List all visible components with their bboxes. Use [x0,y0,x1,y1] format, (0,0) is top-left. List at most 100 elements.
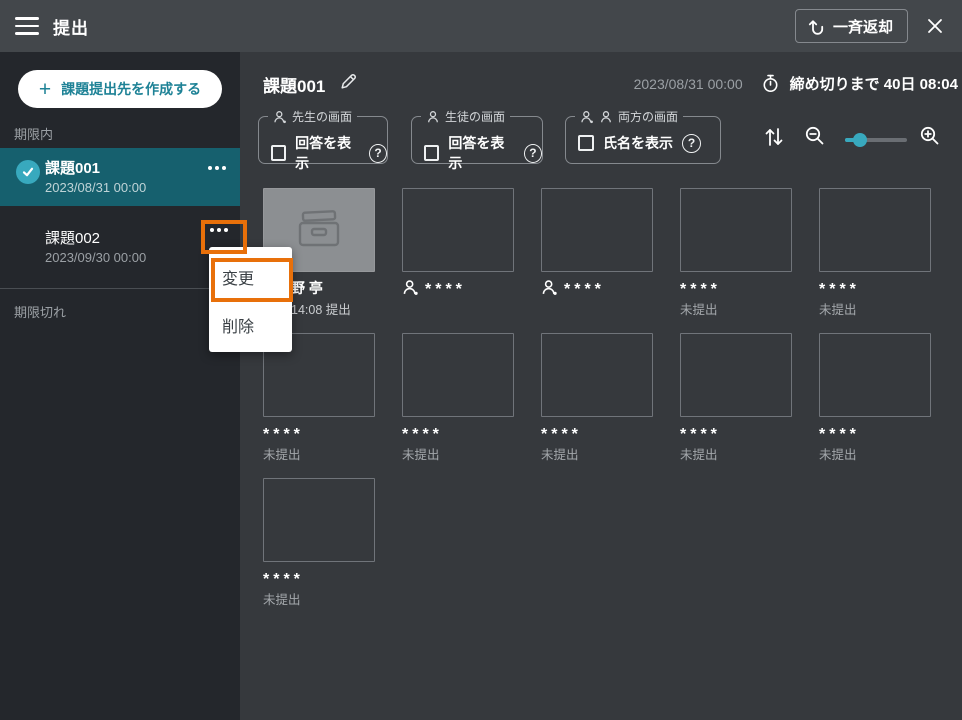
group-legend-label: 生徒の画面 [445,108,505,125]
student-name: **** [819,424,931,441]
sidebar-item-assignment-001[interactable]: 課題001 2023/08/31 00:00 [0,148,240,206]
assignment-title: 課題002 [45,227,100,248]
submission-cell: **** 未提出 [263,478,375,608]
person-icon [541,279,558,296]
archive-box-icon [293,208,345,252]
group-legend: 先生の画面 [268,108,357,125]
submission-thumbnail[interactable] [263,478,375,562]
undo-icon [806,16,826,36]
submission-thumbnail[interactable] [402,188,514,272]
student-name: **** [402,279,514,296]
submissions-grid: 野 亭 14:08 提出 **** [263,188,931,608]
assignment-title: 課題001 [45,157,100,178]
student-name: **** [263,424,375,441]
check-circle-icon [16,160,40,184]
student-name: **** [680,424,792,441]
section-expired: 期限切れ [14,302,66,321]
submission-thumbnail[interactable] [402,333,514,417]
submission-thumbnail[interactable] [541,188,653,272]
submission-cell: **** 未提出 [263,333,375,463]
submission-cell: **** 未提出 [819,188,931,318]
main-panel: 課題001 2023/08/31 00:00 締め切りまで 40日 08:04 [240,52,962,720]
sidebar-divider [0,288,240,289]
sidebar: + 課題提出先を作成する 期限内 課題001 2023/08/31 00:00 … [0,52,240,720]
student-name: **** [680,279,792,296]
edit-pencil-icon[interactable] [339,72,358,91]
submission-thumbnail[interactable] [541,333,653,417]
return-all-label: 一斉返却 [833,16,893,37]
teacher-screen-group: 先生の画面 回答を表示 ? [258,116,388,164]
help-icon[interactable]: ? [524,144,542,163]
grid-row: 野 亭 14:08 提出 **** [263,188,931,318]
checkbox-label: 回答を表示 [295,133,360,173]
submission-thumbnail[interactable] [819,333,931,417]
stopwatch-icon [761,74,780,93]
create-assignment-label: 課題提出先を作成する [61,79,201,99]
submission-status: 未提出 [680,299,792,318]
grid-row: **** 未提出 [263,478,931,608]
close-icon[interactable] [923,14,947,38]
show-answers-checkbox[interactable] [271,145,286,161]
group-legend: 生徒の画面 [421,108,510,125]
deadline-date: 2023/08/31 00:00 [634,76,743,92]
submission-status: 未提出 [680,444,792,463]
group-legend: 両方の画面 [575,108,683,125]
submission-status: 未提出 [541,444,653,463]
student-person-icon [599,110,613,124]
submission-status: 未提出 [263,589,375,608]
menu-item-change[interactable]: 変更 [209,263,292,297]
student-person-icon [426,110,440,124]
menu-item-delete[interactable]: 削除 [209,311,292,345]
show-answers-checkbox[interactable] [424,145,439,161]
student-name: **** [541,424,653,441]
group-legend-label: 先生の画面 [292,108,352,125]
submission-cell: **** 未提出 [819,333,931,463]
more-options-icon[interactable] [208,166,226,170]
submission-status: 未提出 [819,444,931,463]
help-icon[interactable]: ? [682,134,701,153]
assignment-date: 2023/08/31 00:00 [45,180,146,195]
top-bar: 提出 一斉返却 [0,0,962,52]
checkbox-label: 氏名を表示 [603,133,673,153]
teacher-person-icon [273,110,287,124]
student-name: **** [541,279,653,296]
checkbox-label: 回答を表示 [448,133,514,173]
create-assignment-button[interactable]: + 課題提出先を作成する [18,70,222,108]
submission-status: 未提出 [819,299,931,318]
student-name: **** [263,569,375,586]
sort-icon[interactable] [761,124,787,150]
submission-cell: **** 未提出 [402,333,514,463]
deadline-countdown: 締め切りまで 40日 08:04 [790,73,958,94]
show-names-checkbox[interactable] [578,135,594,151]
submission-thumbnail[interactable] [819,188,931,272]
group-legend-label: 両方の画面 [618,108,678,125]
submission-status: 未提出 [402,444,514,463]
submission-window: 提出 一斉返却 + 課題提出先を作成する 期限内 [0,0,962,720]
student-name: **** [402,424,514,441]
zoom-out-icon[interactable] [803,124,827,148]
student-name: **** [819,279,931,296]
submission-thumbnail[interactable] [680,333,792,417]
submission-cell: **** 未提出 [680,333,792,463]
submission-status: 未提出 [263,444,375,463]
help-icon[interactable]: ? [369,144,387,163]
zoom-slider-thumb[interactable] [853,133,867,147]
person-icon [402,279,419,296]
zoom-slider[interactable] [845,138,907,142]
page-title: 提出 [53,14,89,39]
deadline-info: 2023/08/31 00:00 締め切りまで 40日 08:04 [634,73,958,94]
assignment-date: 2023/09/30 00:00 [45,250,146,265]
return-all-button[interactable]: 一斉返却 [795,9,908,43]
zoom-in-icon[interactable] [918,124,942,148]
hamburger-menu-icon[interactable] [15,17,39,35]
both-screens-group: 両方の画面 氏名を表示 ? [565,116,721,164]
grid-row: **** 未提出 **** 未提出 **** 未提出 **** 未提出 [263,333,931,463]
submission-cell: **** [541,188,653,318]
submission-thumbnail[interactable] [680,188,792,272]
student-screen-group: 生徒の画面 回答を表示 ? [411,116,543,164]
submission-cell: **** [402,188,514,318]
teacher-person-icon [580,110,594,124]
submission-cell: **** 未提出 [680,188,792,318]
sidebar-item-assignment-002[interactable]: 課題002 2023/09/30 00:00 [0,218,240,276]
more-options-icon[interactable] [210,228,228,232]
